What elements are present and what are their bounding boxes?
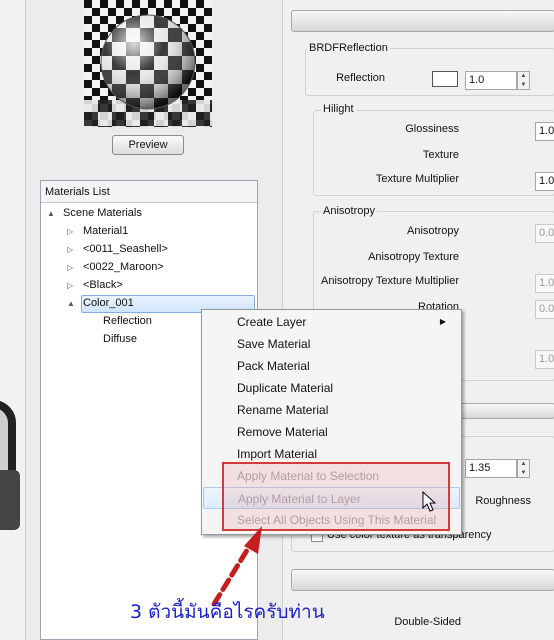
reflection-input[interactable]: 1.0 [465, 71, 517, 90]
collapsed-triangle-icon[interactable]: ▷ [67, 223, 73, 240]
expand-triangle-icon[interactable]: ▲ [47, 205, 55, 222]
texture-multiplier-input[interactable]: 1.0 [535, 172, 554, 191]
expand-triangle-icon[interactable]: ▲ [67, 295, 75, 312]
spinner-up-icon[interactable]: ▲ [518, 72, 529, 80]
materials-list-header: Materials List [41, 181, 257, 203]
mouse-cursor-icon [422, 490, 437, 516]
tree-label: <0011_Seashell> [83, 243, 168, 255]
hilight-group-title: Hilight [321, 103, 356, 115]
anisotropy-texture-multiplier-input[interactable]: 1.0 [535, 274, 554, 293]
menu-item-remove-material[interactable]: Remove Material [203, 421, 460, 443]
viewport-object-shadow [0, 470, 20, 530]
roughness-label: Roughness [475, 495, 531, 507]
spinner-down-icon[interactable]: ▼ [518, 469, 529, 477]
anisotropy-texture-label: Anisotropy Texture [368, 251, 459, 263]
rotation-input[interactable]: 0.0 [535, 300, 554, 319]
brdf-group-title: BRDFReflection [307, 42, 390, 54]
tree-label: Reflection [103, 315, 152, 327]
tree-label: Diffuse [103, 333, 138, 345]
spinner-up-icon[interactable]: ▲ [518, 460, 529, 468]
tree-label: <0022_Maroon> [83, 261, 164, 273]
collapsed-section-header[interactable] [459, 403, 554, 419]
glossiness-input[interactable]: 1.0 [535, 122, 554, 141]
anisotropy-texture-multiplier-label: Anisotropy Texture Multiplier [321, 275, 459, 287]
glossiness-label: Glossiness [405, 123, 459, 135]
anisotropy-input[interactable]: 0.0 [535, 224, 554, 243]
ior-spinner[interactable]: ▲ ▼ [517, 459, 530, 478]
reflection-label: Reflection [336, 72, 385, 84]
texture-label: Texture [422, 149, 459, 161]
preview-button[interactable]: Preview [112, 135, 184, 155]
tree-label: Scene Materials [63, 207, 142, 219]
menu-item-rename-material[interactable]: Rename Material [203, 399, 460, 421]
menu-item-save-material[interactable]: Save Material [203, 333, 460, 355]
double-sided-label: Double-Sided [394, 616, 461, 628]
menu-item-pack-material[interactable]: Pack Material [203, 355, 460, 377]
submenu-arrow-icon: ▶ [439, 317, 446, 326]
tree-label: Material1 [83, 225, 129, 237]
collapsed-triangle-icon[interactable]: ▷ [67, 259, 73, 276]
properties-section-header[interactable] [291, 10, 554, 32]
material-preview-image [84, 0, 212, 127]
spinner-down-icon[interactable]: ▼ [518, 81, 529, 89]
anisotropy-label: Anisotropy [407, 225, 459, 237]
section-header-bar[interactable] [291, 569, 554, 591]
menu-item-label: Create Layer [237, 315, 307, 329]
annotation-text: 3 ตัวนี้มันคือไรครับท่าน [130, 601, 325, 623]
hidden-value-input[interactable]: 1.0 [535, 350, 554, 369]
tree-label: <Black> [83, 279, 123, 291]
reflection-spinner[interactable]: ▲ ▼ [517, 71, 530, 90]
reflection-color-swatch[interactable] [432, 71, 458, 87]
collapsed-triangle-icon[interactable]: ▷ [67, 241, 73, 258]
texture-multiplier-label: Texture Multiplier [375, 173, 459, 185]
ior-input[interactable]: 1.35 [465, 459, 517, 478]
collapsed-triangle-icon[interactable]: ▷ [67, 277, 73, 294]
tree-label: Color_001 [83, 297, 134, 309]
menu-item-duplicate-material[interactable]: Duplicate Material [203, 377, 460, 399]
menu-item-create-layer[interactable]: Create Layer ▶ [203, 311, 460, 333]
anisotropy-group-title: Anisotropy [321, 205, 377, 217]
viewport-strip [0, 0, 26, 640]
